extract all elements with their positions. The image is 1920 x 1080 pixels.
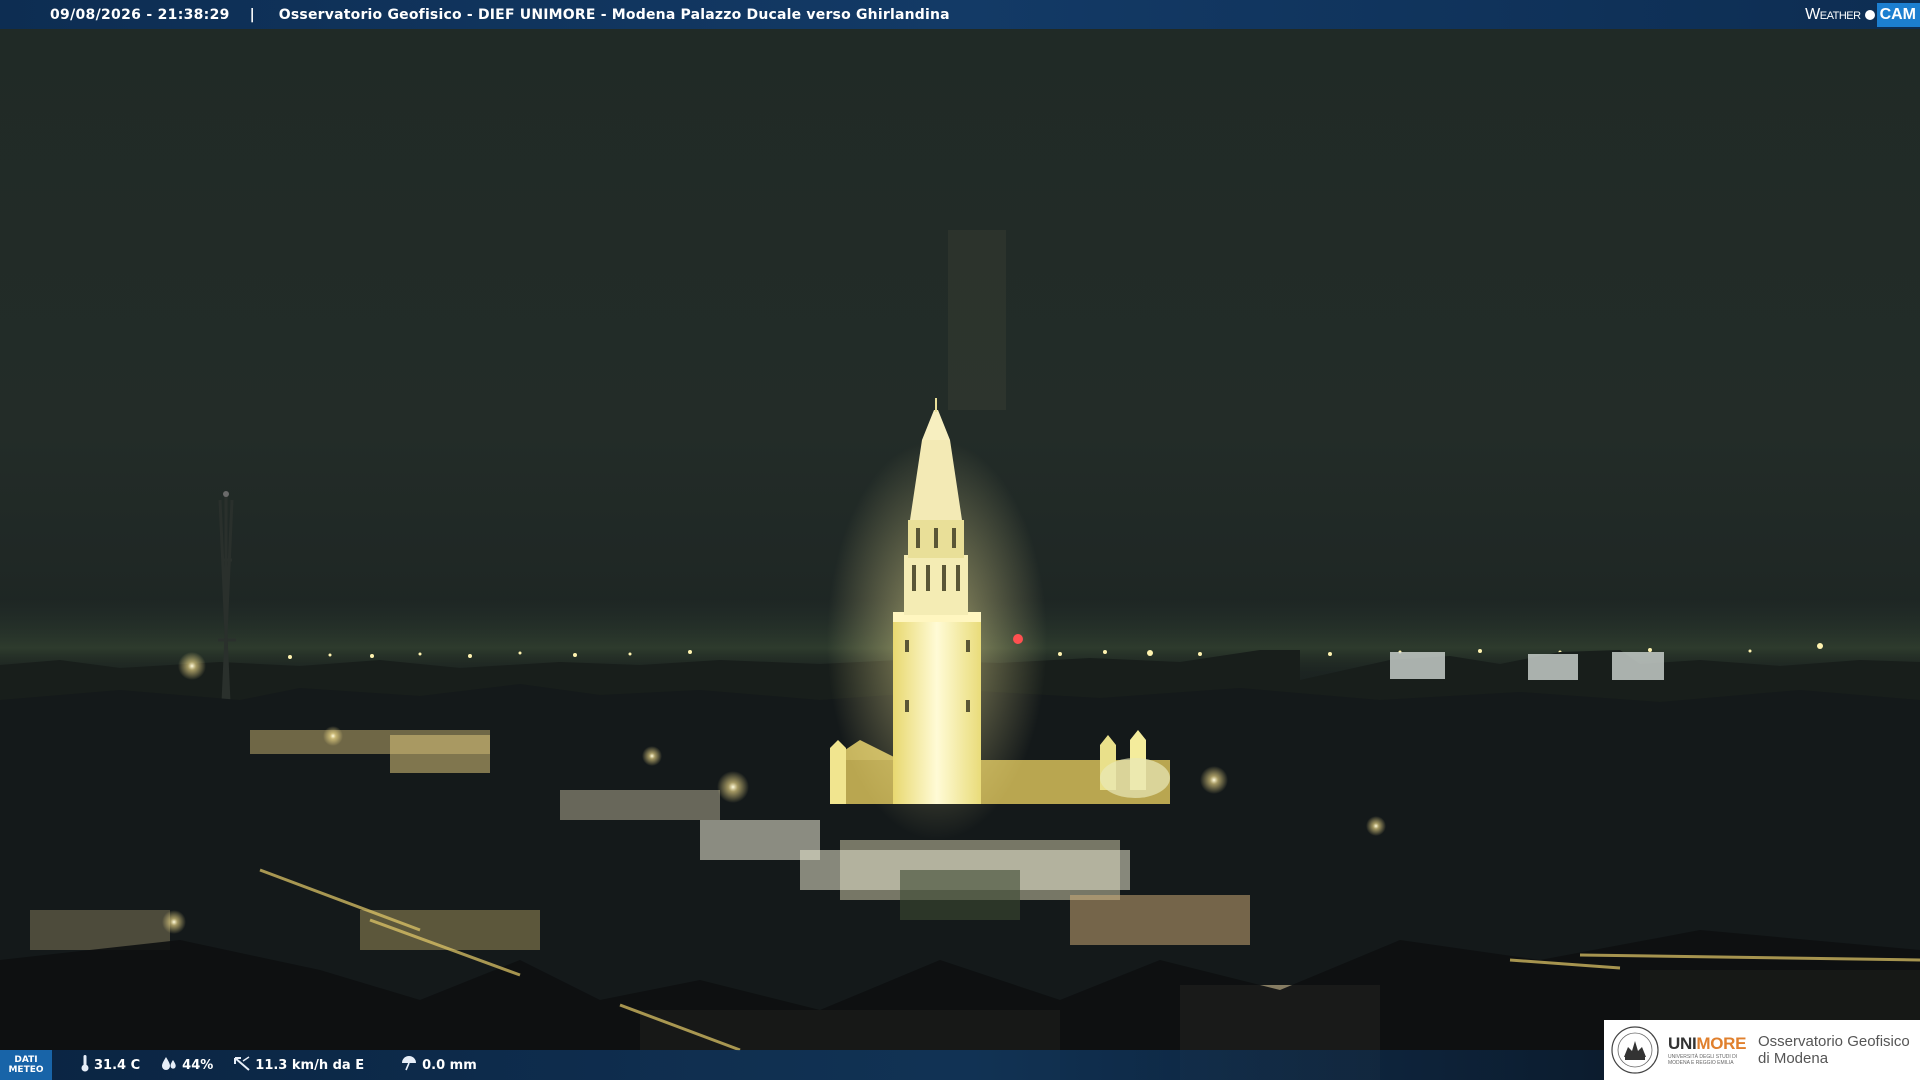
meteo-label-line1: DATI [14, 1055, 38, 1065]
wind-value: 11.3 km/h da E [255, 1057, 365, 1073]
observatory-line1: Osservatorio Geofisico [1758, 1033, 1910, 1050]
rain-gauge-icon [400, 1055, 418, 1075]
unimore-uni: UNI [1668, 1034, 1697, 1053]
observatory-line2: di Modena [1758, 1050, 1829, 1067]
rain-reading: 0.0 mm [400, 1055, 477, 1075]
drops-icon [160, 1055, 178, 1075]
sky-reflection [948, 230, 1006, 410]
unimore-subtitle: UNIVERSITÀ DEGLI STUDI DI MODENA E REGGI… [1668, 1054, 1738, 1066]
meteo-label-line2: METEO [8, 1065, 44, 1075]
humidity-reading: 44% [160, 1055, 213, 1075]
meteo-label: DATI METEO [0, 1050, 52, 1080]
top-banner: 09/08/2026 - 21:38:29 | Osservatorio Geo… [0, 0, 1920, 29]
unimore-logo: UNIMORE UNIVERSITÀ DEGLI STUDI DI MODENA… [1604, 1020, 1920, 1080]
weathercam-logo: Weather CAM [1797, 0, 1920, 29]
thermometer-icon [80, 1054, 90, 1076]
temperature-value: 31.4 C [94, 1057, 141, 1073]
unimore-seal-icon [1611, 1026, 1659, 1074]
unimore-brand: UNIMORE UNIVERSITÀ DEGLI STUDI DI MODENA… [1668, 1034, 1748, 1066]
camera-title: Osservatorio Geofisico - DIEF UNIMORE - … [278, 6, 950, 23]
rain-value: 0.0 mm [422, 1057, 477, 1073]
humidity-value: 44% [182, 1057, 214, 1073]
weathercam-logo-cam: CAM [1876, 2, 1920, 27]
temperature-reading: 31.4 C [80, 1054, 140, 1076]
mast-light [223, 491, 229, 497]
banner-separator: | [249, 6, 255, 23]
weathercam-dot-icon [1864, 9, 1875, 20]
webcam-frame: 09/08/2026 - 21:38:29 | Osservatorio Geo… [0, 0, 1920, 1080]
unimore-more: MORE [1696, 1034, 1747, 1053]
unimore-wordmark: UNIMORE [1668, 1034, 1748, 1054]
wind-icon [233, 1055, 251, 1075]
wind-reading: 11.3 km/h da E [233, 1055, 364, 1075]
cityscape-scene [0, 230, 1920, 1080]
weathercam-logo-weather: Weather [1805, 5, 1861, 23]
weather-data-bar: DATI METEO 31.4 C 44% 11.3 km/h da E 0.0… [0, 1050, 1604, 1080]
observatory-name: Osservatorio Geofisico di Modena [1758, 1033, 1910, 1067]
timestamp: 09/08/2026 - 21:38:29 [50, 6, 230, 23]
